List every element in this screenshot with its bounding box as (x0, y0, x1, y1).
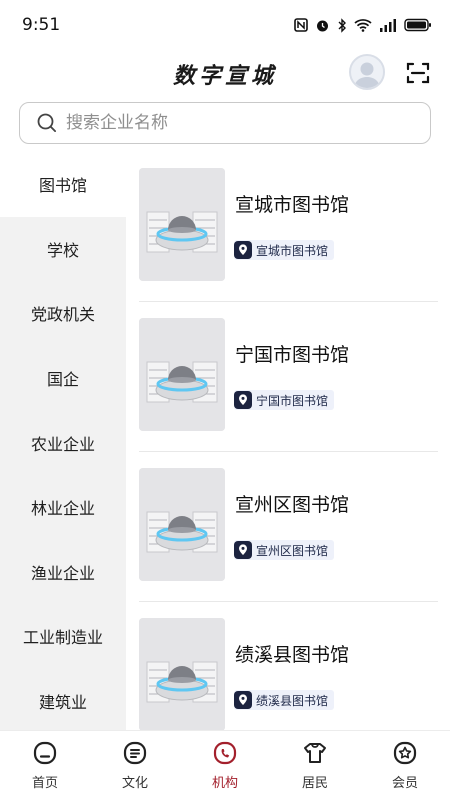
institution-name: 宁国市图书馆 (235, 344, 350, 366)
search-input[interactable] (66, 113, 386, 133)
institution-tag-text: 绩溪县图书馆 (256, 693, 329, 708)
resident-icon (304, 743, 326, 763)
institution-name: 绩溪县图书馆 (235, 644, 350, 666)
status-icons (294, 17, 432, 33)
sidebar-item-agriculture[interactable]: 农业企业 (0, 410, 126, 475)
culture-icon (123, 741, 147, 765)
library-building-image (139, 168, 225, 281)
sidebar-item-state-enterprise[interactable]: 国企 (0, 346, 126, 411)
list-item[interactable]: 绩溪县图书馆 绩溪县图书馆 (126, 602, 450, 730)
library-building-image (139, 468, 225, 581)
tab-label: 首页 (31, 776, 58, 791)
institution-tag-text: 宣州区图书馆 (256, 543, 329, 558)
search-bar (19, 102, 431, 144)
status-bar: 9:51 (0, 0, 450, 50)
sidebar-item-fishery[interactable]: 渔业企业 (0, 540, 126, 605)
signal-icon (380, 19, 396, 32)
institution-tag: 宣城市图书馆 (234, 240, 335, 260)
tab-label: 会员 (391, 776, 418, 791)
avatar[interactable] (349, 54, 385, 90)
sidebar-item-forestry[interactable]: 林业企业 (0, 475, 126, 540)
institution-name: 宣城市图书馆 (235, 194, 350, 216)
sidebar-item-library[interactable]: 图书馆 (0, 152, 126, 217)
battery-icon (404, 18, 431, 32)
tab-culture[interactable]: 文化 (90, 731, 180, 800)
sidebar-item-school[interactable]: 学校 (0, 217, 126, 282)
institution-list: 宣城市图书馆 宣城市图书馆 宁国市图书馆 宁国市图书馆 宣州区图书馆 宣州区图书… (126, 152, 450, 730)
tab-member[interactable]: 会员 (360, 731, 450, 800)
location-pin-icon (234, 391, 252, 409)
library-building-image (139, 618, 225, 730)
sidebar-item-manufacturing[interactable]: 工业制造业 (0, 604, 126, 669)
sidebar-item-government[interactable]: 党政机关 (0, 281, 126, 346)
home-icon (33, 741, 57, 765)
tab-label: 文化 (121, 776, 148, 791)
institution-tag: 宁国市图书馆 (234, 390, 335, 410)
tab-label: 机构 (211, 776, 238, 791)
institution-name: 宣州区图书馆 (235, 494, 350, 516)
list-item[interactable]: 宁国市图书馆 宁国市图书馆 (126, 302, 450, 452)
institution-tag: 宣州区图书馆 (234, 540, 335, 560)
location-pin-icon (234, 691, 252, 709)
alarm-icon (317, 20, 328, 31)
tab-institution[interactable]: 机构 (180, 731, 270, 800)
tab-resident[interactable]: 居民 (270, 731, 360, 800)
app-header: 数字宣城 (0, 50, 450, 96)
list-item[interactable]: 宣城市图书馆 宣城市图书馆 (126, 152, 450, 302)
bottom-tab-bar: 首页 文化 机构 居民 会员 (0, 730, 450, 800)
institution-tag: 绩溪县图书馆 (234, 690, 335, 710)
scan-icon[interactable] (405, 60, 431, 86)
bluetooth-icon (338, 17, 346, 33)
tab-home[interactable]: 首页 (0, 731, 90, 800)
status-time: 9:51 (22, 15, 61, 35)
institution-tag-text: 宁国市图书馆 (256, 393, 329, 408)
tab-label: 居民 (301, 776, 328, 791)
institution-icon (213, 741, 237, 765)
member-icon (393, 741, 417, 765)
location-pin-icon (234, 541, 252, 559)
list-item[interactable]: 宣州区图书馆 宣州区图书馆 (126, 452, 450, 602)
wifi-icon (354, 19, 372, 32)
user-avatar-icon (354, 62, 380, 88)
search-icon (37, 113, 56, 132)
library-building-image (139, 318, 225, 431)
nfc-icon (294, 18, 308, 32)
sidebar-item-construction[interactable]: 建筑业 (0, 669, 126, 734)
institution-tag-text: 宣城市图书馆 (256, 243, 329, 258)
category-sidebar: 图书馆 学校 党政机关 国企 农业企业 林业企业 渔业企业 工业制造业 建筑业 (0, 152, 126, 730)
location-pin-icon (234, 241, 252, 259)
